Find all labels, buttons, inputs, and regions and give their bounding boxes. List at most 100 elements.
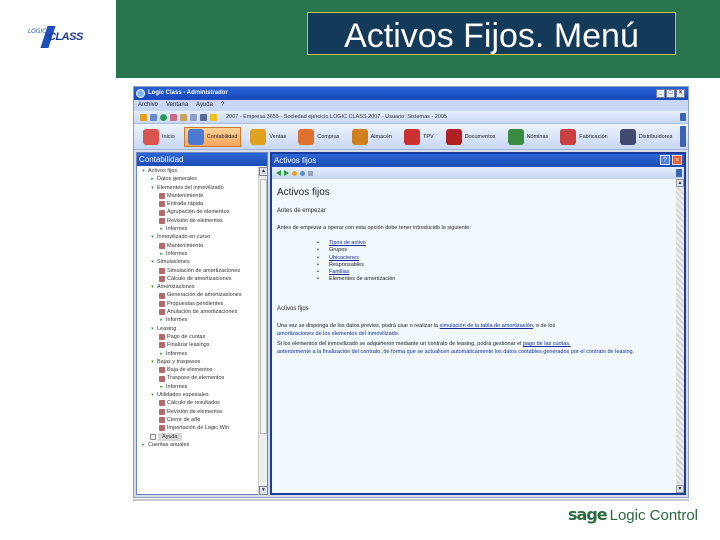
tree-item[interactable]: Agrupación de elementos (137, 208, 259, 216)
scroll-down-arrow[interactable]: ▼ (259, 486, 268, 495)
prerequisite-link[interactable]: Familias (329, 269, 349, 275)
tree-item[interactable]: Cálculo de amortizaciones (137, 275, 259, 283)
tree-item[interactable]: ▸ Informes (137, 250, 259, 258)
toolbar-chevron[interactable] (680, 126, 686, 147)
module-inicio[interactable]: Inicio (140, 127, 178, 147)
forward-icon[interactable] (284, 170, 289, 176)
tree-item[interactable]: Pago de cuotas (137, 333, 259, 341)
module-nominas[interactable]: Nóminas (505, 127, 552, 147)
tree-item[interactable]: ▾ Elementos del inmovilizado (137, 184, 259, 192)
tree-item[interactable]: Baja de elementos (137, 366, 259, 374)
tree-item[interactable]: ▸ Datos generales (137, 175, 259, 183)
tree-item[interactable]: ▾ Bajas y traspasos (137, 358, 259, 366)
menu-help[interactable]: ? (221, 100, 224, 111)
tree-item[interactable]: ▾ Amortizaciones (137, 283, 259, 291)
back-icon[interactable] (276, 170, 281, 176)
tree-item[interactable]: Cierre de año (137, 416, 259, 424)
collapse-arrow-icon[interactable]: ▸ (159, 250, 164, 258)
expand-arrow-icon[interactable]: ▾ (150, 358, 155, 366)
leasing-payments-link[interactable]: pago de las cuotas, (523, 341, 571, 347)
tree-item[interactable]: ▾ Utilidades especiales (137, 391, 259, 399)
module-tpv[interactable]: TPV (401, 127, 437, 147)
tree-item[interactable]: Finalizar leasings (137, 341, 259, 349)
tree-item[interactable]: ▾ Leasing (137, 325, 259, 333)
module-fabricacion[interactable]: Fabricación (557, 127, 610, 147)
scroll-up-arrow[interactable]: ▲ (676, 179, 684, 187)
tree-item[interactable]: ▸ Informes (137, 225, 259, 233)
collapse-arrow-icon[interactable]: ▸ (159, 383, 164, 391)
help-scrollbar[interactable]: ▲ ▼ (676, 179, 684, 493)
collapse-arrow-icon[interactable]: ▸ (150, 175, 155, 183)
tree-item[interactable]: Traspaso de elementos (137, 374, 259, 382)
maximize-button[interactable]: □ (666, 89, 675, 98)
collapse-arrow-icon[interactable]: ▸ (141, 441, 146, 449)
quick-tool-icon[interactable] (150, 113, 157, 121)
tree-item[interactable]: Generación de amortizaciones (137, 291, 259, 299)
prerequisite-item[interactable]: Ubicaciones (317, 255, 671, 262)
tree-item[interactable]: ▸ Cuentas anuales (137, 441, 259, 449)
quick-tool-icon[interactable] (200, 113, 207, 121)
simulation-link[interactable]: simulación de la tabla de amortización (440, 323, 533, 329)
close-button[interactable]: × (676, 89, 685, 98)
prerequisite-item[interactable]: Tipos de activo (317, 240, 671, 247)
scroll-up-arrow[interactable]: ▲ (259, 167, 268, 176)
expand-arrow-icon[interactable]: ▾ (150, 233, 155, 241)
home-icon[interactable] (292, 170, 297, 176)
tree-scrollbar[interactable]: ▲ ▼ (258, 167, 268, 495)
minimize-button[interactable]: _ (656, 89, 665, 98)
tree-item[interactable]: Cálculo de resultados (137, 399, 259, 407)
print-icon[interactable] (308, 170, 313, 176)
menu-ayuda[interactable]: Ayuda (196, 100, 213, 111)
expand-arrow-icon[interactable]: ▾ (150, 283, 155, 291)
star-icon[interactable] (210, 113, 217, 121)
quick-tool-icon[interactable] (160, 113, 167, 121)
expand-arrow-icon[interactable]: ▾ (150, 325, 155, 333)
toolbar-chevron[interactable] (680, 113, 686, 121)
collapse-arrow-icon[interactable]: ▸ (159, 316, 164, 324)
module-ventas[interactable]: Ventas (247, 127, 289, 147)
tree-item[interactable]: ▸ Informes (137, 350, 259, 358)
module-documentos[interactable]: Documentos (443, 127, 499, 147)
tree-item[interactable]: Revisión de elementos (137, 408, 259, 416)
help-icon[interactable]: ? (660, 155, 670, 165)
module-almacen[interactable]: Almacén (349, 127, 395, 147)
scroll-down-arrow[interactable]: ▼ (676, 485, 684, 493)
toolbar-chevron[interactable] (676, 169, 682, 177)
prerequisite-item[interactable]: Familias (317, 269, 671, 276)
expand-arrow-icon[interactable]: ▾ (141, 167, 146, 175)
tree-item[interactable]: Propuestas pendientes (137, 300, 259, 308)
close-icon[interactable]: × (672, 155, 682, 165)
module-compras[interactable]: Compras (295, 127, 342, 147)
tree-item[interactable]: ▾ Activos fijos (137, 167, 259, 175)
prerequisite-link[interactable]: Ubicaciones (329, 255, 359, 261)
quick-tool-icon[interactable] (170, 113, 177, 121)
expand-arrow-icon[interactable]: ▾ (150, 258, 155, 266)
tree-item[interactable]: Revisión de elementos (137, 217, 259, 225)
tree-item[interactable]: Mantenimiento (137, 192, 259, 200)
tree-item[interactable]: Ayuda (137, 432, 259, 441)
tree-item[interactable]: ▸ Informes (137, 316, 259, 324)
collapse-arrow-icon[interactable]: ▸ (159, 350, 164, 358)
refresh-icon[interactable] (300, 170, 305, 176)
tree-item[interactable]: ▸ Informes (137, 383, 259, 391)
scroll-thumb[interactable] (260, 179, 267, 434)
collapse-arrow-icon[interactable]: ▸ (159, 225, 164, 233)
quick-tool-icon[interactable] (140, 113, 147, 121)
tree-item[interactable]: Importación de Logic Win (137, 424, 259, 432)
module-distribuidores[interactable]: Distribuidores (617, 127, 676, 147)
tree-item[interactable]: Entrada rápida (137, 200, 259, 208)
expand-arrow-icon[interactable]: ▾ (150, 391, 155, 399)
module-contabilidad[interactable]: Contabilidad (183, 126, 242, 147)
tree-item[interactable]: Mantenimiento (137, 242, 259, 250)
tree-item[interactable]: ▾ Simulaciones (137, 258, 259, 266)
menu-ventana[interactable]: Ventana (166, 100, 188, 111)
quick-tool-icon[interactable] (180, 113, 187, 121)
tree-item[interactable]: Anulación de amortizaciones (137, 308, 259, 316)
expand-arrow-icon[interactable]: ▾ (150, 184, 155, 192)
tree-item[interactable]: ▾ Inmovilizado en curso (137, 233, 259, 241)
prerequisite-link[interactable]: Tipos de activo (329, 240, 366, 246)
tree-item-label: Revisión de elementos (167, 408, 223, 415)
menu-archivo[interactable]: Archivo (138, 100, 158, 111)
quick-tool-icon[interactable] (190, 113, 197, 121)
tree-item[interactable]: Simulación de amortizaciones (137, 267, 259, 275)
